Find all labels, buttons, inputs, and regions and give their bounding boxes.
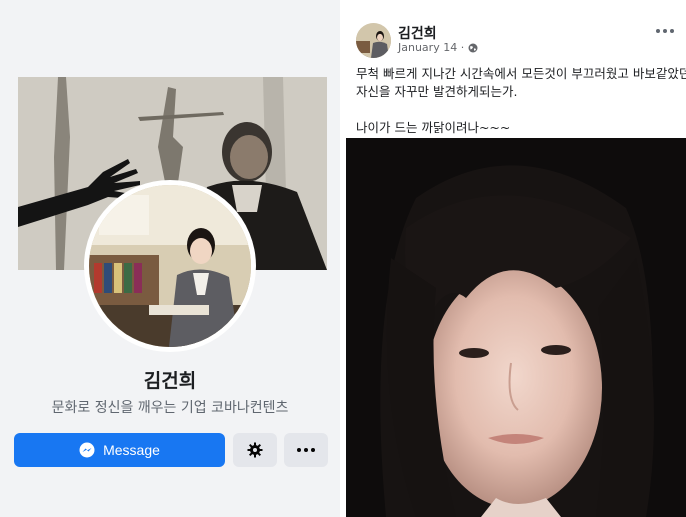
post-card: 김건희 January 14 · 무척 빠르게 지나간 시간속에서 모든것이 부… xyxy=(346,19,686,517)
post-photo[interactable] xyxy=(346,138,686,517)
gear-icon xyxy=(247,442,263,458)
post-date-text: January 14 · xyxy=(398,41,465,54)
settings-button[interactable] xyxy=(233,433,277,467)
post-body: 무척 빠르게 지나간 시간속에서 모든것이 부끄러웠고 바보같았던 자신을 자꾸… xyxy=(356,65,686,137)
messenger-icon xyxy=(79,442,95,458)
post-author-name[interactable]: 김건희 xyxy=(398,23,437,43)
profile-photo-image xyxy=(89,185,251,347)
more-dots-icon xyxy=(297,448,315,452)
profile-name: 김건희 xyxy=(143,370,197,392)
post-line: 나이가 드는 까닭이려나~~~ xyxy=(356,120,511,135)
author-avatar-image xyxy=(356,23,391,58)
post-line: 자신을 자꾸만 발견하게되는가. xyxy=(356,84,518,99)
post-more-button[interactable] xyxy=(656,29,674,33)
globe-icon xyxy=(468,43,478,52)
profile-panel: 김건희 문화로 정신을 깨우는 기업 코바나컨텐츠 Message xyxy=(0,0,340,517)
message-button-label: Message xyxy=(103,442,160,458)
more-options-button[interactable] xyxy=(284,433,328,467)
post-timestamp[interactable]: January 14 · xyxy=(398,41,478,54)
profile-picture-frame[interactable] xyxy=(84,180,256,352)
post-line-gap xyxy=(356,101,681,119)
message-button[interactable]: Message xyxy=(14,433,225,467)
profile-picture[interactable] xyxy=(89,185,251,347)
selfie-photo-image xyxy=(346,138,686,517)
post-line: 무척 빠르게 지나간 시간속에서 모든것이 부끄러웠고 바보같았던 xyxy=(356,66,686,81)
profile-tagline: 문화로 정신을 깨우는 기업 코바나컨텐츠 xyxy=(51,400,289,416)
post-author-avatar[interactable] xyxy=(356,23,391,58)
more-dots-icon xyxy=(656,29,674,33)
